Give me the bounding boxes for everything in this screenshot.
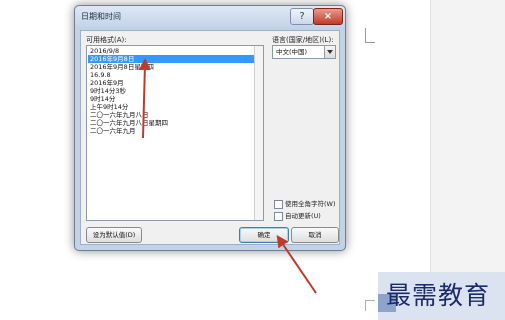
- annotation-arrow-selected-format: [138, 58, 151, 139]
- watermark-text: 最需教育: [386, 281, 491, 310]
- annotation-arrow-ok-button: [276, 235, 317, 294]
- watermark: 最需教育: [378, 272, 505, 320]
